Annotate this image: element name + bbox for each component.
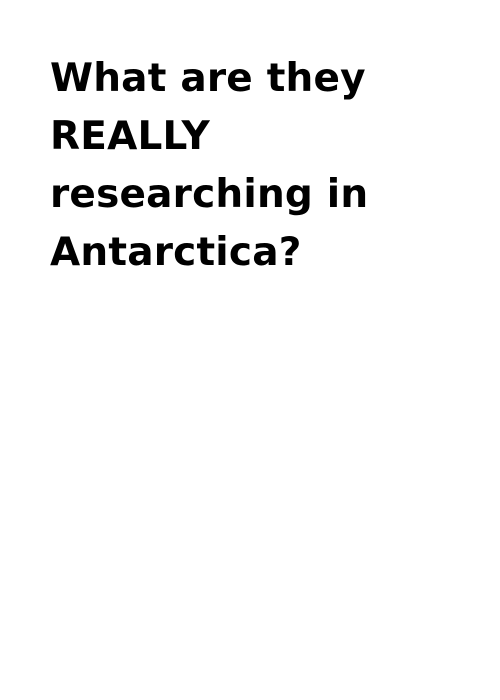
headline: What are they REALLY researching in Anta… bbox=[50, 50, 460, 282]
headline-line-1: What are they bbox=[50, 56, 366, 101]
page: What are they REALLY researching in Anta… bbox=[0, 0, 500, 700]
headline-line-2: REALLY bbox=[50, 114, 210, 159]
headline-line-4: Antarctica? bbox=[50, 230, 302, 275]
headline-line-3: researching in bbox=[50, 172, 369, 217]
